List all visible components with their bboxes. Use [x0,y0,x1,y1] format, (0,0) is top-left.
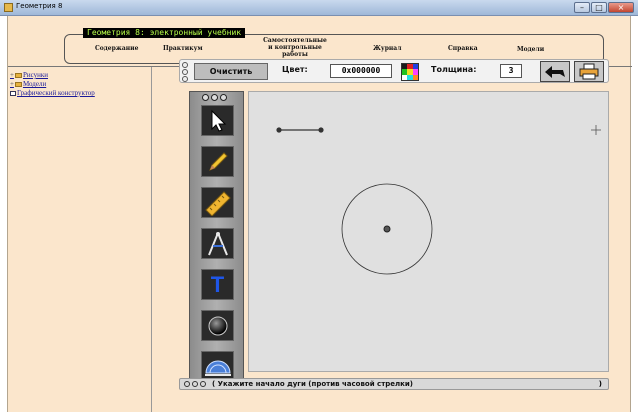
pencil-icon [208,151,228,171]
expand-icon[interactable]: + [10,71,14,79]
tool-point-button[interactable] [201,310,234,341]
menu-practicum[interactable]: Практикум [163,45,203,52]
folder-icon [14,72,22,78]
menu-tests-line-3: работы [282,51,308,58]
window-title: Геометрия 8 [16,2,63,10]
drawing-canvas[interactable] [248,91,609,372]
maximize-button[interactable]: □ [591,2,607,13]
undo-button[interactable] [540,61,570,82]
header-title: Геометрия 8: электронный учебник [83,28,246,38]
tool-text-button[interactable]: T [201,269,234,300]
menu-tests-line-2: и контрольные [268,44,322,51]
compass-icon [207,231,228,255]
folder-icon [14,81,22,87]
tool-compass-button[interactable] [201,228,234,259]
expand-icon[interactable]: + [10,80,14,88]
menu-tests[interactable]: Самостоятельные и контрольные работы [255,37,335,58]
tool-ruler-button[interactable] [201,187,234,218]
clear-button[interactable]: Очистить [194,63,268,80]
line-segment[interactable] [276,127,324,133]
drawing-toolbar: Очистить Цвет: 0x000000 Толщина: 3 [179,59,609,83]
canvas-drawing [276,125,601,275]
tool-pointer-button[interactable] [201,105,234,136]
status-message: ( Укажите начало дуги (против часовой ст… [212,380,413,388]
tool-pencil-button[interactable] [201,146,234,177]
color-value-field[interactable]: 0x000000 [330,64,392,78]
sidebar-item-label: Рисунки [22,71,48,79]
close-button[interactable]: × [608,2,634,13]
color-palette-button[interactable] [401,63,419,81]
text-icon: T [210,271,225,297]
undo-arrow-icon [545,66,565,78]
menu-journal[interactable]: Журнал [373,45,401,52]
menu-contents[interactable]: Содержание [95,45,138,52]
menu-tests-line-1: Самостоятельные [263,37,327,44]
status-bar: ( Укажите начало дуги (против часовой ст… [179,378,609,390]
crosshair-cursor-icon [591,125,601,135]
sidebar-item-models[interactable]: + Модели [10,80,46,88]
palette-grip[interactable] [202,94,227,101]
toolbar-grip[interactable] [182,62,189,82]
minimize-button[interactable]: – [574,2,590,13]
window-controls: – □ × [574,2,634,13]
point-icon [208,316,227,335]
pointer-icon [211,109,226,132]
printer-icon [579,63,599,80]
status-end: ) [598,380,602,388]
window-titlebar: Геометрия 8 – □ × [0,0,638,16]
protractor-icon [204,360,231,376]
circle-shape[interactable] [341,183,433,275]
sidebar-item-label: Модели [22,80,47,88]
print-button[interactable] [574,61,604,82]
sidebar-item-graphic-constructor[interactable]: Графический конструктор [10,89,95,97]
document-icon [10,90,16,96]
menu-help[interactable]: Справка [448,45,478,52]
ruler-icon [204,190,231,216]
status-grip[interactable] [184,381,206,387]
sidebar: + Рисунки + Модели Графический конструктор [8,67,152,412]
sidebar-item-drawings[interactable]: + Рисунки [10,71,48,79]
thickness-field[interactable]: 3 [500,64,522,78]
app-icon [4,3,13,12]
sidebar-item-label: Графический конструктор [17,89,95,97]
menu-models[interactable]: Модели [517,46,544,53]
color-label: Цвет: [282,65,308,74]
thickness-label: Толщина: [431,65,477,74]
tool-palette: T [189,91,244,387]
